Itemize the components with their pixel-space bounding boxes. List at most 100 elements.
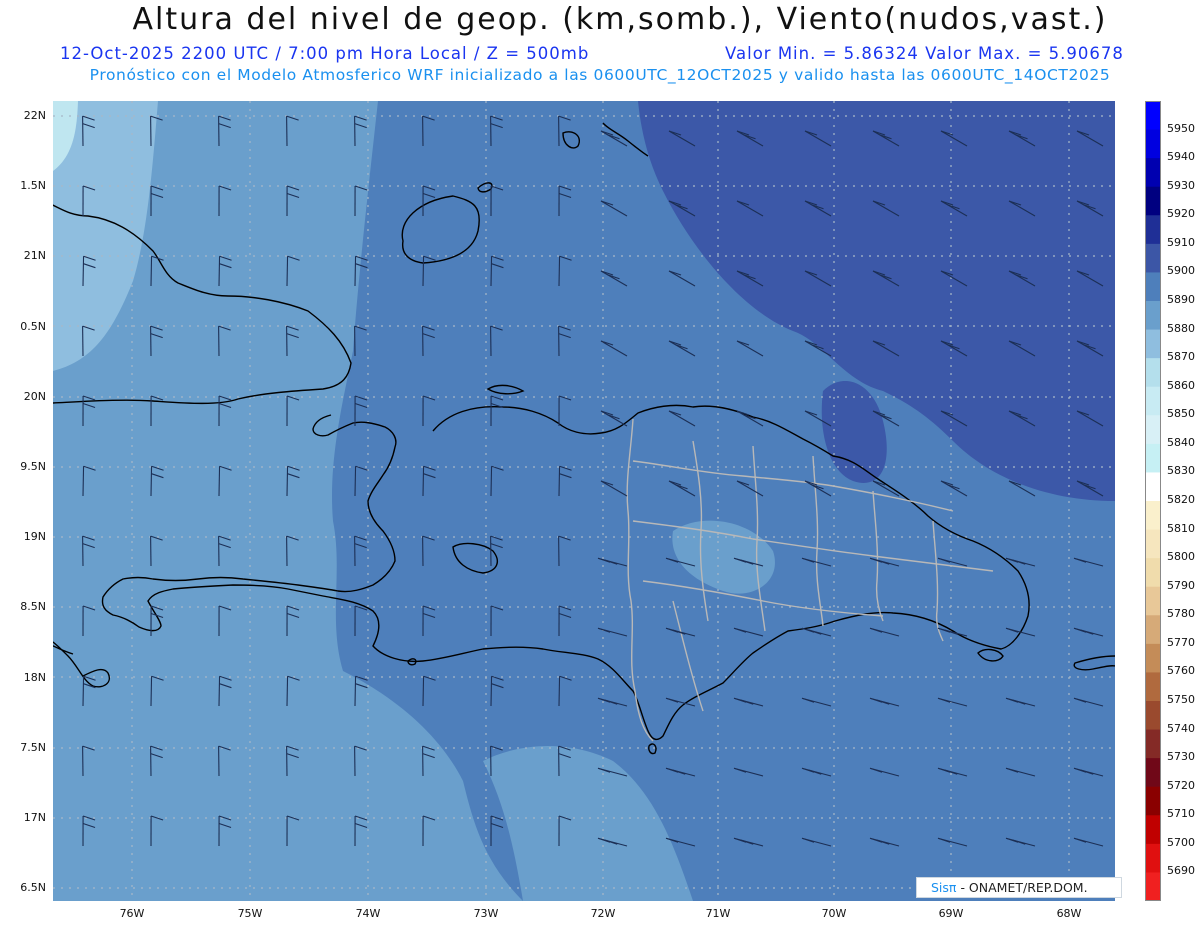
color-scale-label: 5800 <box>1167 550 1195 564</box>
color-scale-label: 5690 <box>1167 864 1195 878</box>
lon-label-76w: 76W <box>119 907 145 920</box>
wind-barb-staff <box>82 466 85 497</box>
color-scale-swatch <box>1145 443 1161 473</box>
wind-barb-staff <box>354 676 357 707</box>
wind-barb-staff <box>490 466 493 497</box>
lat-label-21n: 21N <box>23 249 46 262</box>
credit-text: - ONAMET/REP.DOM. <box>960 880 1088 895</box>
color-scale-swatch <box>1145 843 1161 873</box>
lat-label-22n: 22N <box>23 109 46 122</box>
color-scale-label: 5730 <box>1167 750 1195 764</box>
color-scale-swatch <box>1145 729 1161 759</box>
wind-barb-staff <box>558 256 561 287</box>
credit-brand: Sisπ <box>931 880 957 895</box>
color-scale-label: 5930 <box>1167 178 1195 192</box>
lon-label-70w: 70W <box>821 907 847 920</box>
wind-barb-staff <box>150 676 153 707</box>
credit-box: Sisπ - ONAMET/REP.DOM. <box>916 877 1122 898</box>
color-scale-swatch <box>1145 215 1161 245</box>
lon-label-69w: 69W <box>938 907 964 920</box>
color-scale-swatch <box>1145 472 1161 502</box>
color-scale-label: 5900 <box>1167 264 1195 278</box>
color-scale-swatch <box>1145 358 1161 388</box>
wind-barb-staff <box>422 466 425 497</box>
color-scale-label: 5740 <box>1167 721 1195 735</box>
lat-label-21-5n: 1.5N <box>20 179 46 192</box>
color-scale-label: 5910 <box>1167 235 1195 249</box>
lon-label-74w: 74W <box>355 907 381 920</box>
wind-barb-staff <box>354 466 357 497</box>
color-scale-swatch <box>1145 672 1161 702</box>
lat-label-19-5n: 9.5N <box>20 460 46 473</box>
color-scale-swatch <box>1145 301 1161 331</box>
color-scale-swatch <box>1145 272 1161 302</box>
color-scale-label: 5790 <box>1167 578 1195 592</box>
wind-barb-staff <box>218 256 221 287</box>
color-scale-label: 5810 <box>1167 521 1195 535</box>
wind-barb-staff <box>150 256 153 287</box>
color-scale-swatch <box>1145 101 1161 131</box>
wind-barb-staff <box>82 676 85 707</box>
map-title: Altura del nivel de geop. (km,somb.), Vi… <box>132 2 1108 37</box>
color-scale-swatch <box>1145 615 1161 645</box>
color-scale-swatch <box>1145 186 1161 216</box>
model-info-subtitle: Pronóstico con el Modelo Atmosferico WRF… <box>89 66 1111 84</box>
color-scale-label: 5840 <box>1167 435 1195 449</box>
wind-barb-staff <box>286 676 289 707</box>
color-scale-swatch <box>1145 758 1161 788</box>
color-scale-swatch <box>1145 815 1161 845</box>
lat-label-18-5n: 8.5N <box>20 600 46 613</box>
color-scale-label: 5700 <box>1167 835 1195 849</box>
wind-barb-staff <box>286 466 289 497</box>
color-scale-swatch <box>1145 501 1161 531</box>
lon-label-68w: 68W <box>1056 907 1082 920</box>
color-scale-label: 5860 <box>1167 378 1195 392</box>
color-scale-label: 5890 <box>1167 293 1195 306</box>
color-scale-swatch <box>1145 243 1161 273</box>
lat-label-17n: 17N <box>23 811 46 824</box>
color-scale-swatch <box>1145 558 1161 588</box>
color-scale-swatch <box>1145 786 1161 816</box>
color-scale-swatch <box>1145 529 1161 559</box>
geopotential-wind-map <box>53 101 1115 901</box>
color-scale-label: 5750 <box>1167 693 1195 706</box>
wind-barb-staff <box>422 256 425 287</box>
color-scale-label: 5850 <box>1167 407 1195 421</box>
lon-label-72w: 72W <box>590 907 616 920</box>
color-scale-label: 5770 <box>1167 635 1195 649</box>
lat-label-18n: 18N <box>23 671 46 684</box>
wind-barb-staff <box>422 676 425 707</box>
color-scale-label: 5870 <box>1167 350 1195 364</box>
color-scale-swatch <box>1145 329 1161 359</box>
color-scale-bar <box>1145 101 1161 901</box>
color-scale-swatch <box>1145 129 1161 159</box>
wind-barb-staff <box>286 256 289 287</box>
wind-barb-staff <box>490 676 493 707</box>
color-scale-swatch <box>1145 415 1161 445</box>
color-scale-label: 5760 <box>1167 664 1195 678</box>
wind-barb-staff <box>558 466 561 497</box>
wind-barb-staff <box>218 466 221 497</box>
wind-barb-staff <box>354 256 357 287</box>
color-scale-label: 5780 <box>1167 607 1195 621</box>
wind-barb-staff <box>218 676 221 707</box>
wind-barb-staff <box>82 256 85 287</box>
lon-label-73w: 73W <box>473 907 499 920</box>
color-scale-label: 5920 <box>1167 207 1195 221</box>
lon-label-71w: 71W <box>705 907 731 920</box>
color-scale-label: 5720 <box>1167 778 1195 792</box>
forecast-time-subtitle: 12-Oct-2025 2200 UTC / 7:00 pm Hora Loca… <box>60 44 1200 63</box>
lon-label-75w: 75W <box>237 907 263 920</box>
color-scale-label: 5880 <box>1167 321 1195 335</box>
color-scale-swatch <box>1145 586 1161 616</box>
color-scale-swatch <box>1145 386 1161 416</box>
lat-label-20n: 20N <box>23 390 46 403</box>
color-scale-label: 5950 <box>1167 121 1195 135</box>
lat-label-19n: 19N <box>23 530 46 543</box>
color-scale-label: 5710 <box>1167 807 1195 821</box>
valid-time-text: 12-Oct-2025 2200 UTC / 7:00 pm Hora Loca… <box>60 44 590 63</box>
wind-barb-staff <box>150 466 153 497</box>
color-scale-swatch <box>1145 701 1161 731</box>
lat-label-17-5n: 7.5N <box>20 741 46 754</box>
color-scale-swatch <box>1145 158 1161 188</box>
